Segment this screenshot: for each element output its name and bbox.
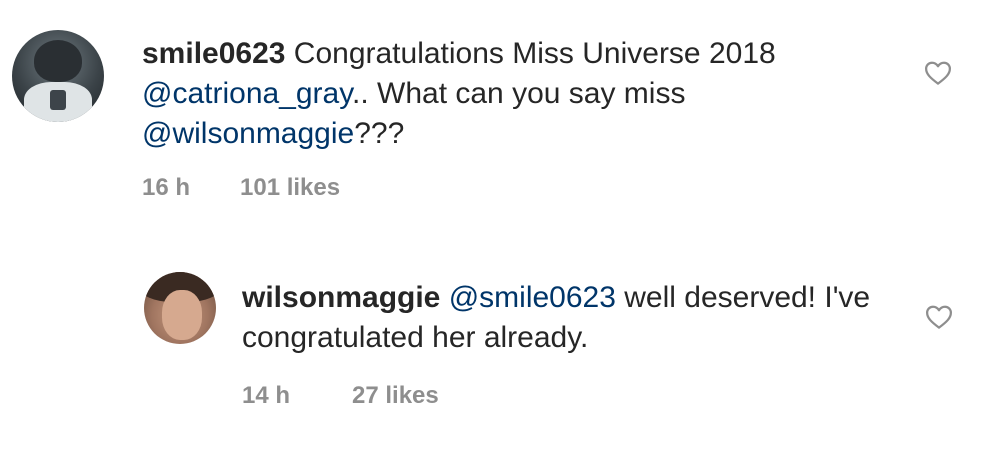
comment-meta: 16 h 101 likes <box>142 174 972 202</box>
mention-link[interactable]: @smile0623 <box>449 281 616 314</box>
comment-timestamp[interactable]: 16 h <box>142 174 240 202</box>
heart-outline-icon[interactable] <box>924 302 954 332</box>
comment-text-suffix: ??? <box>354 117 405 150</box>
mention-link[interactable]: @wilsonmaggie <box>142 117 354 150</box>
comment-item: smile0623 Congratulations Miss Universe … <box>12 30 972 202</box>
comment-text: smile0623 Congratulations Miss Universe … <box>142 34 882 154</box>
reply-item: wilsonmaggie @smile0623 well deserved! I… <box>144 272 972 410</box>
mention-link[interactable]: @catriona_gray <box>142 77 352 110</box>
reply-body: wilsonmaggie @smile0623 well deserved! I… <box>242 278 972 410</box>
comment-text-prefix: Congratulations Miss Universe 2018 <box>285 37 776 70</box>
avatar-hair <box>34 40 82 82</box>
comment-text-middle: .. What can you say miss <box>352 77 686 110</box>
avatar[interactable] <box>12 30 104 122</box>
comment-body: smile0623 Congratulations Miss Universe … <box>142 34 972 202</box>
comment-username[interactable]: smile0623 <box>142 37 285 70</box>
avatar-detail <box>50 90 66 110</box>
avatar-face <box>162 290 202 340</box>
comment-likes-count[interactable]: 101 likes <box>240 174 340 202</box>
heart-outline-icon[interactable] <box>923 58 953 88</box>
reply-username[interactable]: wilsonmaggie <box>242 281 440 314</box>
reply-likes-count[interactable]: 27 likes <box>352 382 439 410</box>
avatar[interactable] <box>144 272 216 344</box>
reply-meta: 14 h 27 likes <box>242 382 972 410</box>
reply-text: wilsonmaggie @smile0623 well deserved! I… <box>242 278 902 358</box>
reply-timestamp[interactable]: 14 h <box>242 382 352 410</box>
